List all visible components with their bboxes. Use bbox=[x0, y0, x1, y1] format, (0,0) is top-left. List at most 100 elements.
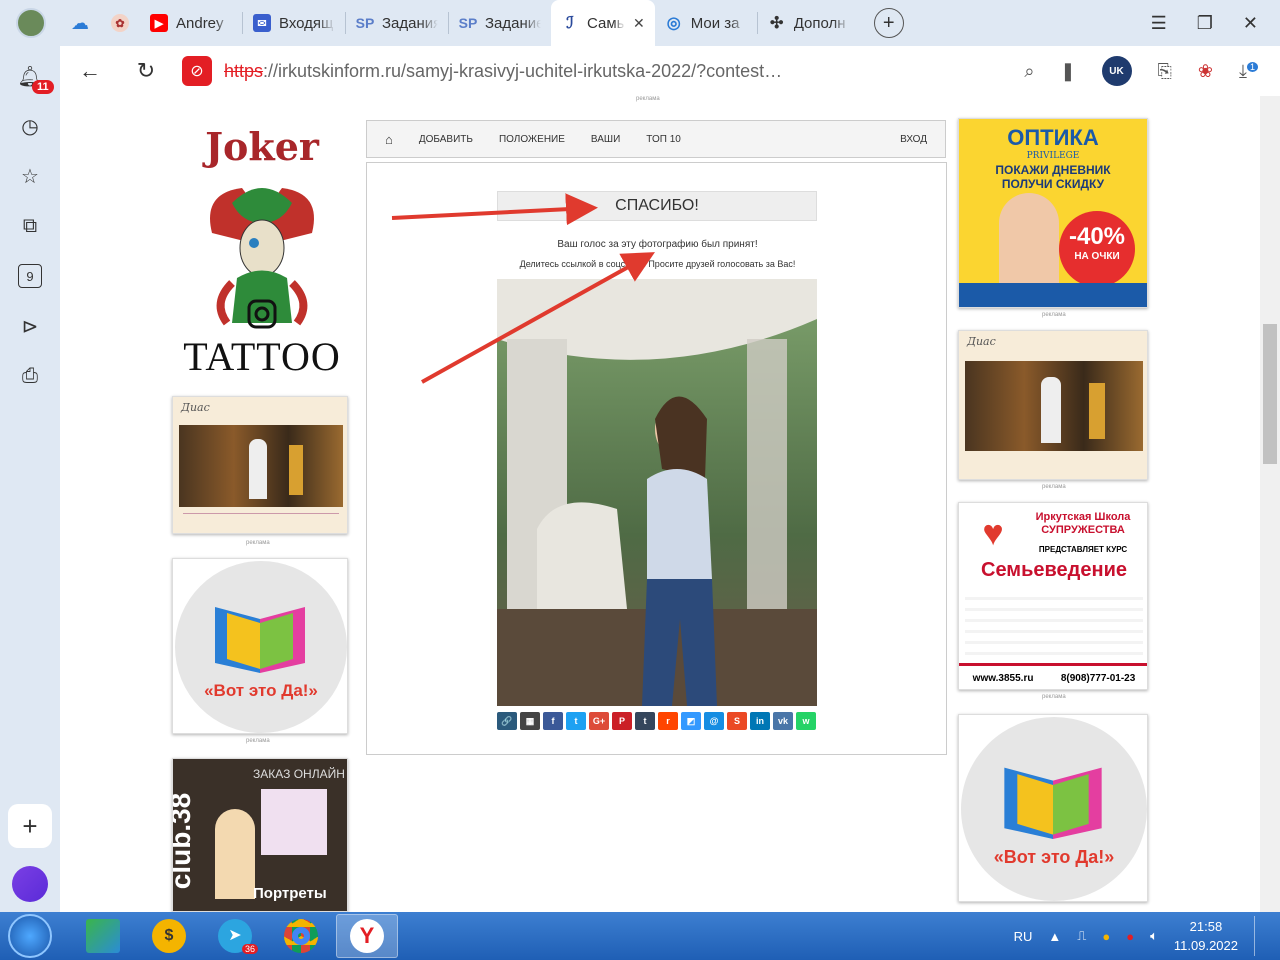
vot-eto-da-text: «Вот это Да!» bbox=[204, 681, 318, 700]
school-title: Иркутская Школа СУПРУЖЕСТВА bbox=[1035, 511, 1131, 536]
translate-icon[interactable]: UK bbox=[1101, 56, 1132, 86]
add-panel-button[interactable]: + bbox=[8, 804, 52, 848]
share-link-button[interactable]: 🔗 bbox=[497, 712, 517, 730]
page-scrollbar[interactable] bbox=[1260, 96, 1280, 912]
share-delicious-button[interactable]: ◩ bbox=[681, 712, 701, 730]
sp-icon: SP bbox=[355, 15, 375, 31]
menu-add[interactable]: ДОБАВИТЬ bbox=[419, 134, 473, 145]
share-mail-button[interactable]: @ bbox=[704, 712, 724, 730]
taskbar-app-chrome[interactable] bbox=[270, 914, 332, 958]
profile-avatar[interactable] bbox=[16, 8, 46, 38]
start-button[interactable] bbox=[8, 914, 52, 958]
clock[interactable]: 21:58 11.09.2022 bbox=[1174, 917, 1238, 955]
home-icon[interactable]: ⌂ bbox=[385, 132, 393, 147]
menu-yours[interactable]: ВАШИ bbox=[591, 134, 620, 145]
alice-assistant-icon[interactable] bbox=[12, 866, 48, 902]
book-logo-icon bbox=[1003, 759, 1103, 839]
restore-window-icon[interactable]: ❐ bbox=[1197, 13, 1213, 34]
vot-eto-da-ad-right[interactable]: «Вот это Да!» bbox=[958, 714, 1148, 902]
share-vk-button[interactable]: vk bbox=[773, 712, 793, 730]
optika-title: ОПТИКА bbox=[1007, 125, 1099, 150]
close-window-icon[interactable]: ✕ bbox=[1243, 13, 1258, 34]
taskbar-app-money[interactable]: $ bbox=[138, 914, 200, 958]
school-ad[interactable]: ♥ Иркутская Школа СУПРУЖЕСТВА ПРЕДСТАВЛЯ… bbox=[958, 502, 1148, 690]
tray-network-icon[interactable]: ⎍ bbox=[1077, 928, 1086, 944]
dias-ad-right[interactable]: Диас bbox=[958, 330, 1148, 480]
club38-ad[interactable]: ЗАКАЗ ОНЛАЙН club.38 Портреты bbox=[172, 758, 348, 912]
ad-label: реклама bbox=[1042, 484, 1066, 490]
tab-tasks[interactable]: ◎ Мои за bbox=[655, 0, 757, 46]
share-apps-button[interactable]: ▦ bbox=[520, 712, 540, 730]
bookmarks-star-icon[interactable]: ☆ bbox=[18, 164, 42, 188]
optika-discount: -40% bbox=[1068, 223, 1126, 250]
scrollbar-thumb[interactable] bbox=[1263, 324, 1277, 464]
dollar-icon: $ bbox=[152, 919, 186, 953]
share-buttons: 🔗 ▦ f t G+ Pt r ◩ @ Sin vk w bbox=[497, 712, 816, 730]
tab-label: Самы bbox=[587, 14, 625, 32]
tab-mail[interactable]: ✉ Входящ bbox=[243, 0, 345, 46]
url-field[interactable]: https://irkutskinform.ru/samyj-krasivyj-… bbox=[224, 61, 782, 82]
share-facebook-button[interactable]: f bbox=[543, 712, 563, 730]
download-icon[interactable]: ⤓ 1 bbox=[1239, 61, 1258, 82]
volume-icon[interactable]: 🔈︎ bbox=[1150, 928, 1158, 944]
dias-ad[interactable]: Диас bbox=[172, 396, 348, 534]
school-phone: 8(908)777-01-23 bbox=[1060, 673, 1136, 684]
share-stumbleupon-button[interactable]: S bbox=[727, 712, 747, 730]
back-icon[interactable]: ← bbox=[70, 58, 110, 84]
menu-login[interactable]: ВХОД bbox=[900, 134, 927, 145]
tab-active[interactable]: ℐ Самы ✕ bbox=[551, 0, 655, 46]
qr-code-icon bbox=[261, 789, 327, 855]
show-desktop-button[interactable] bbox=[1254, 916, 1264, 956]
menu-rules[interactable]: ПОЛОЖЕНИЕ bbox=[499, 134, 565, 145]
reload-icon[interactable]: ↻ bbox=[126, 58, 166, 84]
bookmark-icon[interactable]: ❚ bbox=[1060, 61, 1075, 82]
vot-eto-da-text: «Вот это Да!» bbox=[993, 847, 1115, 867]
taskbar-app-yandex[interactable]: Y bbox=[336, 914, 398, 958]
share-whatsapp-button[interactable]: w bbox=[796, 712, 816, 730]
language-indicator[interactable]: RU bbox=[1014, 929, 1033, 944]
new-tab-button[interactable]: + bbox=[873, 8, 904, 38]
gallery-photo bbox=[179, 425, 343, 507]
tray-money-icon[interactable]: ● bbox=[1102, 929, 1110, 944]
share-twitter-button[interactable]: t bbox=[566, 712, 586, 730]
tab-sp-1[interactable]: SP Задания bbox=[346, 0, 448, 46]
history-icon[interactable]: ◷ bbox=[18, 114, 42, 138]
collections-icon[interactable]: ⧉ bbox=[18, 214, 42, 238]
cloud-upload-icon[interactable]: ☁ bbox=[60, 0, 100, 46]
vote-accepted-message: Ваш голос за эту фотографию был принят! bbox=[557, 239, 758, 250]
optika-ad[interactable]: ОПТИКА PRIVILEGE ПОКАЖИ ДНЕВНИК ПОЛУЧИ С… bbox=[958, 118, 1148, 308]
tab-bar: ☁ ✿ ▶ Andrey ✉ Входящ SP Задания SP Зада… bbox=[0, 0, 1280, 46]
reader-icon[interactable]: ⌕ bbox=[1024, 61, 1034, 82]
tray-expand-icon[interactable]: ▲ bbox=[1048, 929, 1061, 944]
optika-discount-sub: НА ОЧКИ bbox=[1074, 251, 1120, 262]
joker-tattoo-ad[interactable]: Joker TATTOO bbox=[172, 124, 352, 384]
notifications-badge: 11 bbox=[32, 80, 54, 94]
tab-youtube[interactable]: ▶ Andrey bbox=[140, 0, 242, 46]
zen-icon[interactable]: 9 bbox=[18, 264, 42, 288]
share-linkedin-button[interactable]: in bbox=[750, 712, 770, 730]
vot-eto-da-ad[interactable]: «Вот это Да!» bbox=[172, 558, 348, 734]
vote-result-panel: СПАСИБО! Ваш голос за эту фотографию был… bbox=[366, 162, 947, 755]
club-portraits-text: Портреты bbox=[253, 885, 327, 902]
tab-sp-2[interactable]: SP Задание bbox=[449, 0, 551, 46]
screenshot-icon[interactable]: ⎙ bbox=[18, 364, 42, 388]
share-google-button[interactable]: G+ bbox=[589, 712, 609, 730]
play-icon[interactable]: ⊳ bbox=[18, 314, 42, 338]
ad-label: реклама bbox=[1042, 694, 1066, 700]
menu-top[interactable]: ТОП 10 bbox=[646, 134, 681, 145]
taskbar-app-puzzle[interactable] bbox=[72, 914, 134, 958]
taskbar-app-telegram[interactable]: ➤ 36 bbox=[204, 914, 266, 958]
extension-icon[interactable]: ⎘ bbox=[1158, 61, 1172, 82]
target-icon: ◎ bbox=[666, 15, 681, 32]
chrome-icon bbox=[284, 919, 318, 953]
share-reddit-button[interactable]: r bbox=[658, 712, 678, 730]
insecure-lock-icon[interactable]: ⊘ bbox=[182, 56, 212, 86]
share-tumblr-button[interactable]: t bbox=[635, 712, 655, 730]
menu-icon[interactable]: ☰ bbox=[1151, 13, 1167, 34]
pinned-tab[interactable]: ✿ bbox=[100, 0, 140, 46]
extension-avatar-icon[interactable]: ❀ bbox=[1198, 61, 1213, 82]
share-pinterest-button[interactable]: P bbox=[612, 712, 632, 730]
close-tab-icon[interactable]: ✕ bbox=[633, 15, 645, 32]
tray-app-icon[interactable]: ● bbox=[1126, 929, 1134, 944]
tab-extensions[interactable]: ✣ Дополн bbox=[758, 0, 860, 46]
